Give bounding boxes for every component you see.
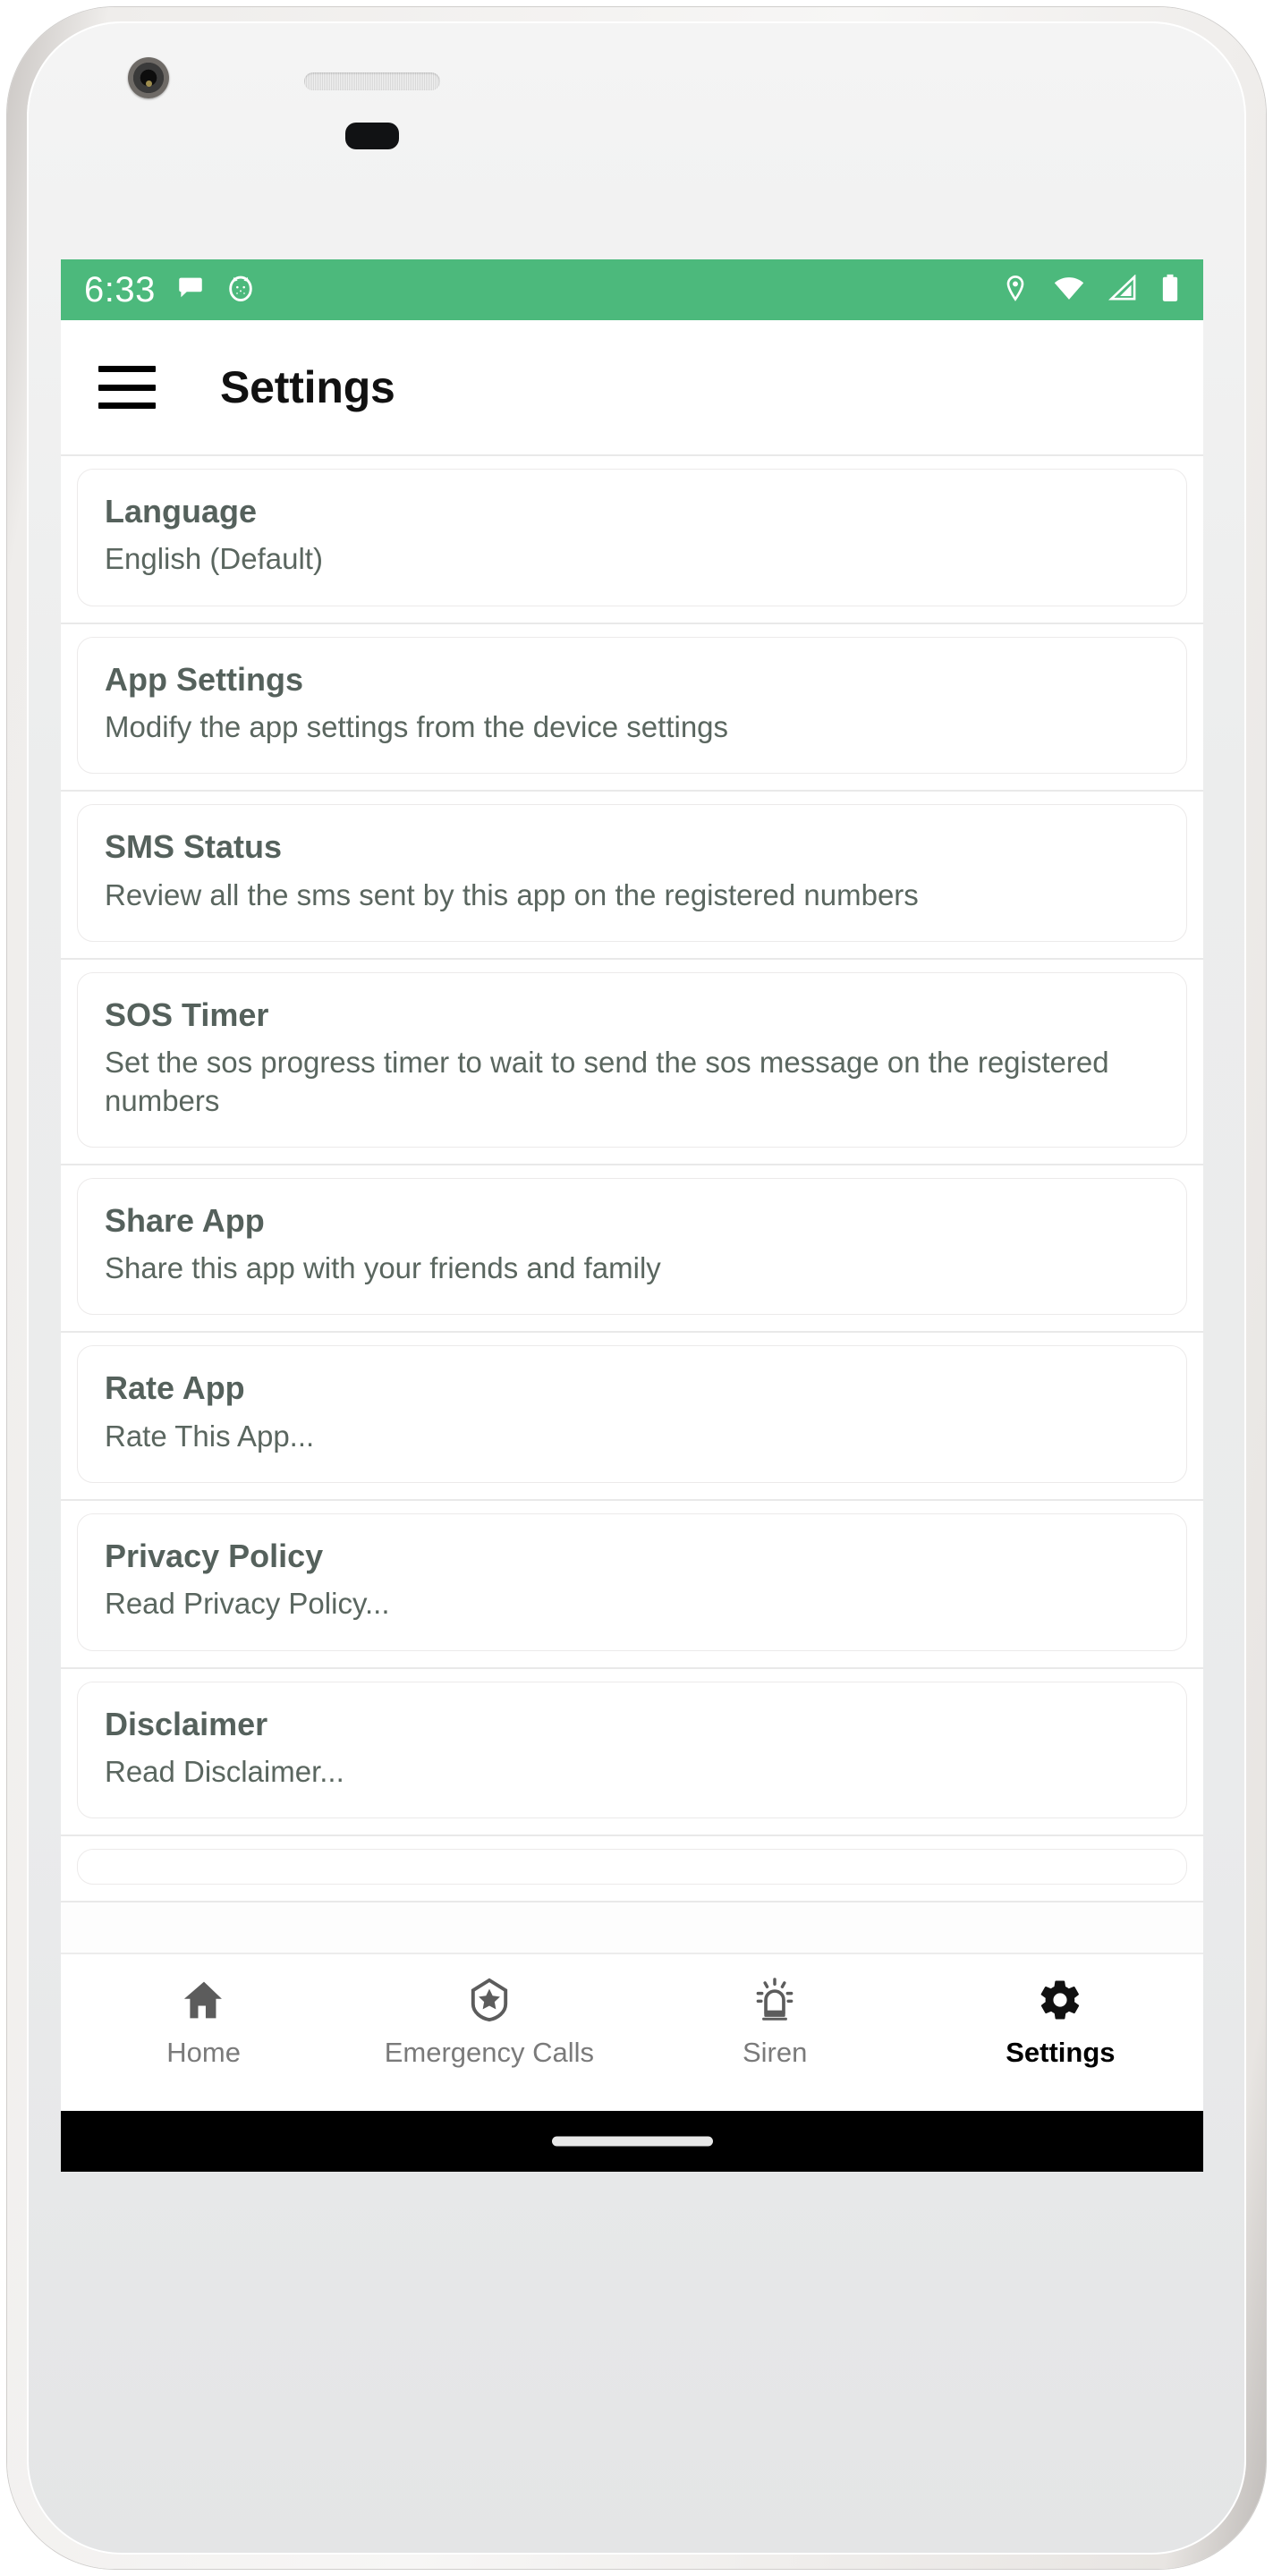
list-item[interactable]: App Settings Modify the app settings fro…	[61, 623, 1203, 792]
list-item[interactable]: Privacy Policy Read Privacy Policy...	[61, 1500, 1203, 1669]
proximity-sensor	[345, 123, 399, 149]
setting-title: Privacy Policy	[105, 1537, 324, 1574]
nav-item-emergency-calls[interactable]: Emergency Calls	[346, 1954, 632, 2069]
siren-icon	[751, 1974, 798, 2026]
nav-label: Emergency Calls	[384, 2037, 595, 2068]
setting-card-next[interactable]	[77, 1849, 1187, 1885]
setting-title: Disclaimer	[105, 1705, 268, 1742]
status-time: 6:33	[84, 270, 156, 309]
list-item[interactable]: Disclaimer Read Disclaimer...	[61, 1668, 1203, 1837]
list-item[interactable]: Share App Share this app with your frien…	[61, 1165, 1203, 1334]
phone-screen: 6:33 Settings Language English (Default)…	[61, 259, 1203, 2111]
status-bar: 6:33	[61, 259, 1203, 320]
nav-item-home[interactable]: Home	[61, 1954, 346, 2069]
setting-subtitle: English (Default)	[105, 542, 323, 576]
location-pin-icon	[1001, 274, 1030, 307]
nav-item-settings[interactable]: Settings	[918, 1954, 1203, 2069]
nav-label: Settings	[1006, 2037, 1116, 2068]
setting-card-sms-status[interactable]: SMS Status Review all the sms sent by th…	[77, 804, 1187, 942]
page-title: Settings	[220, 362, 395, 412]
setting-title: Language	[105, 493, 258, 530]
setting-subtitle: Read Privacy Policy...	[105, 1587, 390, 1621]
gear-icon	[1037, 1974, 1083, 2026]
setting-title: App Settings	[105, 660, 303, 698]
nav-label: Siren	[742, 2037, 808, 2068]
setting-card-language[interactable]: Language English (Default)	[77, 469, 1187, 606]
status-bar-right	[1001, 273, 1180, 307]
list-item[interactable]: Rate App Rate This App...	[61, 1333, 1203, 1501]
settings-list[interactable]: Language English (Default) App Settings …	[61, 456, 1203, 1954]
nav-label: Home	[166, 2037, 241, 2068]
setting-title: SOS Timer	[105, 996, 269, 1033]
nav-item-siren[interactable]: Siren	[632, 1954, 918, 2069]
list-item[interactable]: Language English (Default)	[61, 456, 1203, 624]
hamburger-menu-icon[interactable]	[98, 366, 156, 409]
setting-subtitle: Modify the app settings from the device …	[105, 710, 729, 744]
setting-card-sos-timer[interactable]: SOS Timer Set the sos progress timer to …	[77, 971, 1187, 1148]
bottom-navigation: Home Emergency Calls Siren Settings	[61, 1953, 1203, 2111]
front-camera	[128, 57, 169, 98]
setting-card-privacy-policy[interactable]: Privacy Policy Read Privacy Policy...	[77, 1513, 1187, 1651]
menu-bar-3	[98, 402, 156, 409]
setting-card-disclaimer[interactable]: Disclaimer Read Disclaimer...	[77, 1681, 1187, 1819]
home-indicator[interactable]	[551, 2136, 713, 2147]
status-bar-left: 6:33	[84, 272, 256, 308]
setting-card-app-settings[interactable]: App Settings Modify the app settings fro…	[77, 636, 1187, 775]
setting-card-share-app[interactable]: Share App Share this app with your frien…	[77, 1177, 1187, 1316]
gesture-navigation-bar	[61, 2111, 1203, 2172]
list-item-partial[interactable]	[61, 1836, 1203, 1903]
shield-star-icon	[466, 1974, 513, 2026]
home-icon	[181, 1974, 227, 2026]
setting-subtitle: Rate This App...	[105, 1419, 315, 1453]
setting-title: Share App	[105, 1201, 265, 1239]
menu-bar-1	[98, 366, 156, 372]
setting-title: SMS Status	[105, 828, 283, 866]
setting-subtitle: Set the sos progress timer to wait to se…	[105, 1046, 1109, 1117]
battery-icon	[1160, 274, 1180, 307]
app-bar: Settings	[61, 320, 1203, 456]
menu-bar-2	[98, 384, 156, 391]
cat-face-icon	[225, 273, 256, 308]
wifi-icon	[1053, 275, 1085, 306]
setting-subtitle: Share this app with your friends and fam…	[105, 1251, 661, 1285]
list-item[interactable]: SOS Timer Set the sos progress timer to …	[61, 959, 1203, 1165]
setting-title: Rate App	[105, 1369, 245, 1407]
setting-subtitle: Review all the sms sent by this app on t…	[105, 877, 919, 911]
earpiece-speaker	[304, 72, 440, 90]
list-item[interactable]: SMS Status Review all the sms sent by th…	[61, 792, 1203, 960]
setting-card-rate-app[interactable]: Rate App Rate This App...	[77, 1345, 1187, 1483]
setting-subtitle: Read Disclaimer...	[105, 1755, 344, 1788]
cellular-signal-icon	[1108, 273, 1137, 306]
message-bubble-icon	[175, 273, 206, 308]
